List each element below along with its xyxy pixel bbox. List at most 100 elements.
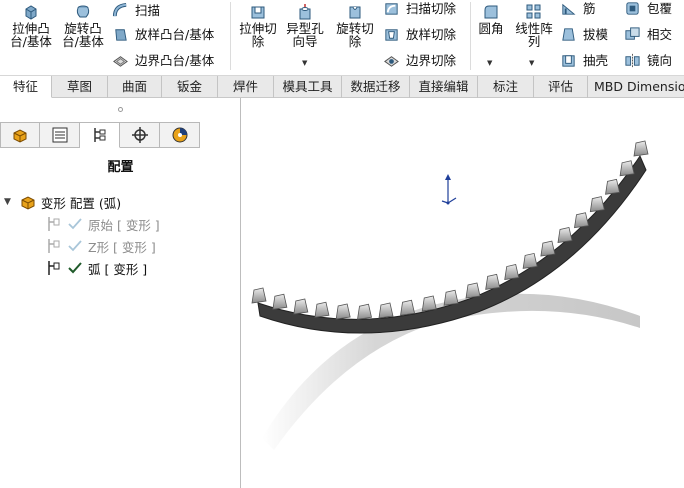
belt-tooth (443, 289, 459, 306)
shell-icon (560, 52, 577, 69)
intersect-icon (624, 26, 641, 43)
belt-tooth (421, 295, 437, 312)
tab-sheet-metal[interactable]: 钣金 (162, 76, 218, 98)
loft-icon (112, 26, 129, 43)
configuration-manager-tab[interactable] (80, 122, 120, 148)
configuration-item-original[interactable]: 原始 [ 变形 ] (46, 214, 160, 234)
intersect-button[interactable]: 相交 (624, 24, 672, 44)
ribbon-separator (470, 2, 471, 70)
swept-cut-button[interactable]: 扫描切除 (383, 0, 456, 18)
belt-tooth (633, 140, 649, 157)
configuration-root[interactable]: ▼ 变形 配置 (弧) (4, 192, 121, 212)
configuration-label: 弧 [ 变形 ] (88, 261, 148, 277)
linear-pattern-button[interactable]: 线性阵 列 (512, 3, 556, 48)
boundary-cut-icon (383, 52, 400, 69)
tab-sketch[interactable]: 草图 (52, 76, 108, 98)
shell-button[interactable]: 抽壳 (560, 50, 608, 70)
hole-wizard-icon (296, 3, 314, 21)
configuration-manager-panel: 配置 ▼ 变形 配置 (弧) 原始 [ 变形 ] Z形 [ 变形 ] 弧 [ 变… (0, 98, 241, 488)
part-configuration-icon (19, 193, 37, 211)
tab-weldments[interactable]: 焊件 (218, 76, 274, 98)
feature-manager-tab[interactable] (0, 122, 40, 148)
belt-tooth (251, 287, 267, 304)
hole-wizard-button[interactable]: 异型孔 向导 (282, 3, 328, 48)
property-manager-tab[interactable] (40, 122, 80, 148)
command-ribbon: 拉伸凸 台/基体 旋转凸 台/基体 扫描 放样凸台/基体 边界凸台/基体 拉伸切… (0, 0, 684, 76)
hole-wizard-dropdown-icon[interactable]: ▼ (302, 59, 307, 67)
model-canvas[interactable] (242, 98, 684, 488)
belt-tooth (589, 196, 605, 213)
checkmark-icon (67, 238, 83, 254)
crosshair-icon (131, 126, 149, 144)
configuration-icon (46, 260, 62, 276)
belt-tooth (357, 303, 372, 320)
swept-cut-icon (383, 0, 400, 17)
belt-tooth (293, 298, 309, 315)
extruded-cut-icon (249, 3, 267, 21)
draft-button[interactable]: 拔模 (560, 24, 608, 44)
revolved-boss-icon (74, 3, 92, 21)
extruded-boss-button[interactable]: 拉伸凸 台/基体 (8, 3, 54, 48)
revolved-cut-button[interactable]: 旋转切 除 (333, 3, 377, 48)
belt-tooth (574, 212, 589, 229)
belt-tooth (540, 240, 556, 257)
fillet-dropdown-icon[interactable]: ▼ (487, 59, 492, 67)
tab-direct-editing[interactable]: 直接编辑 (410, 76, 478, 98)
panel-title: 配置 (107, 160, 134, 175)
belt-tooth (272, 293, 288, 310)
feature-manager-icon (11, 126, 29, 144)
rib-icon (560, 0, 577, 17)
tab-annotation[interactable]: 标注 (478, 76, 534, 98)
belt-tooth (522, 252, 538, 269)
belt-tooth (335, 303, 351, 320)
pattern-dropdown-icon[interactable]: ▼ (529, 59, 534, 67)
collapse-arrow-icon[interactable]: ▼ (4, 197, 11, 207)
boundary-boss-button[interactable]: 边界凸台/基体 (112, 50, 214, 70)
belt-tooth (378, 302, 394, 319)
tab-features[interactable]: 特征 (0, 76, 52, 98)
linear-pattern-icon (525, 3, 543, 21)
belt-tooth (465, 282, 481, 299)
belt-tooth (619, 160, 635, 177)
mirror-icon (624, 52, 641, 69)
wrap-button[interactable]: 包覆 (624, 0, 672, 18)
lofted-cut-icon (383, 26, 400, 43)
fillet-button[interactable]: 圆角 (474, 3, 508, 35)
belt-tooth (314, 301, 330, 318)
configuration-item-z[interactable]: Z形 [ 变形 ] (46, 236, 156, 256)
graphics-viewport[interactable] (242, 98, 684, 488)
configuration-item-arc[interactable]: 弧 [ 变形 ] (46, 258, 147, 278)
manager-tabs (0, 122, 200, 148)
tab-mbd-dimension[interactable]: MBD Dimension (588, 76, 684, 98)
tab-evaluate[interactable]: 评估 (534, 76, 588, 98)
checkmark-icon (67, 216, 83, 232)
tab-data-migration[interactable]: 数据迁移 (342, 76, 410, 98)
fillet-icon (482, 3, 500, 21)
sweep-button[interactable]: 扫描 (112, 0, 160, 20)
tab-mold-tools[interactable]: 模具工具 (274, 76, 342, 98)
belt-tooth (605, 178, 621, 195)
sweep-icon (112, 2, 129, 19)
belt-tooth (504, 264, 520, 280)
tab-surfaces[interactable]: 曲面 (108, 76, 162, 98)
mirror-button[interactable]: 镜向 (624, 50, 672, 70)
loft-boss-button[interactable]: 放样凸台/基体 (112, 24, 214, 44)
checkmark-icon (67, 260, 83, 276)
configuration-label: Z形 [ 变形 ] (88, 239, 156, 255)
panel-grip[interactable] (0, 98, 240, 120)
wrap-icon (624, 0, 641, 17)
ribbon-separator (230, 2, 231, 70)
rib-button[interactable]: 筋 (560, 0, 596, 18)
boundary-boss-icon (112, 52, 129, 69)
configuration-label: 原始 [ 变形 ] (88, 217, 160, 233)
display-manager-tab[interactable] (160, 122, 200, 148)
dimxpert-manager-tab[interactable] (120, 122, 160, 148)
boundary-cut-button[interactable]: 边界切除 (383, 50, 456, 70)
lofted-cut-button[interactable]: 放样切除 (383, 24, 456, 44)
revolved-boss-button[interactable]: 旋转凸 台/基体 (60, 3, 106, 48)
draft-icon (560, 26, 577, 43)
configuration-icon (46, 238, 62, 254)
revolved-cut-icon (346, 3, 364, 21)
extruded-cut-button[interactable]: 拉伸切 除 (236, 3, 280, 48)
coordinate-triad-icon (441, 174, 457, 205)
